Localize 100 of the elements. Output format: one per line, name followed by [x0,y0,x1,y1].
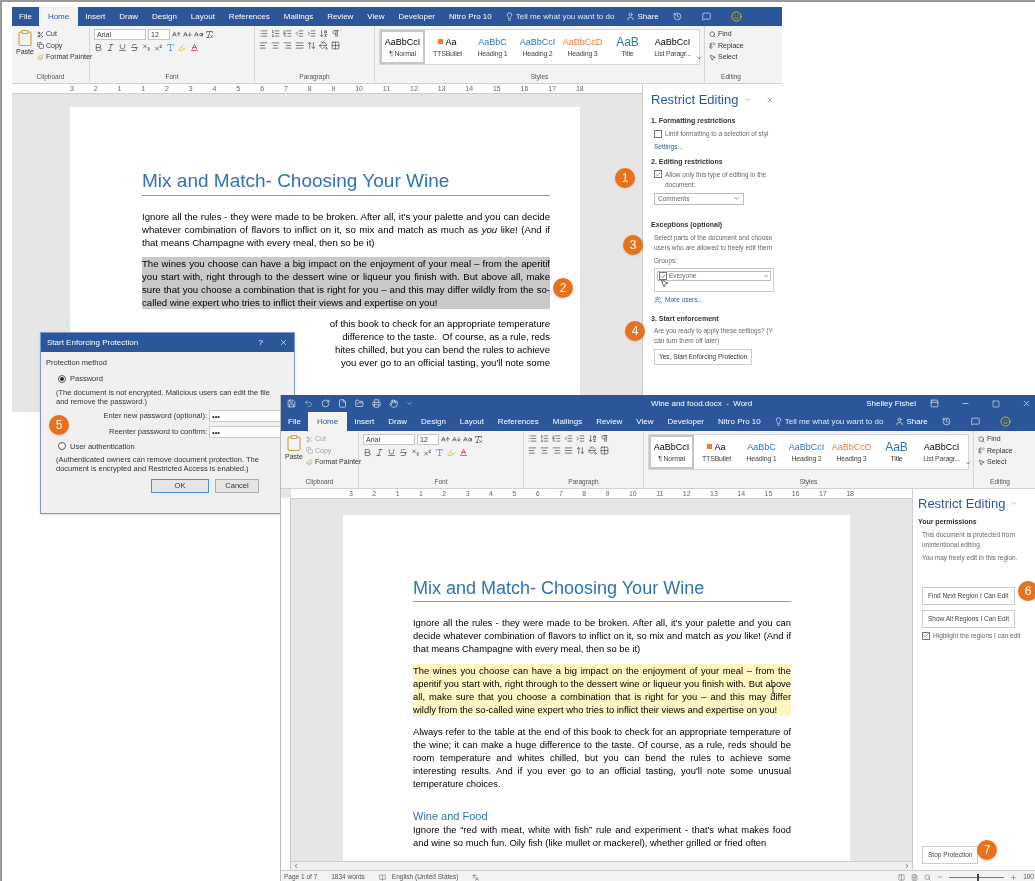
ribbon-tab[interactable]: References [490,412,546,431]
checkbox[interactable] [654,129,662,138]
align-center-icon[interactable] [540,446,549,455]
italic-icon[interactable] [106,43,115,52]
maximize-icon[interactable] [992,399,1000,408]
ribbon-tab[interactable]: Layout [183,7,222,26]
radio-button[interactable] [58,374,66,383]
align-left-icon[interactable] [259,41,268,50]
close-icon[interactable] [766,95,774,104]
ribbon-tab[interactable]: Insert [347,412,382,431]
gallery-more-icon[interactable] [695,54,703,62]
decrease-indent-icon[interactable] [295,29,304,38]
help-button[interactable]: ? [258,336,263,349]
multilevel-list-icon[interactable] [552,434,561,443]
strikethrough-icon[interactable] [130,43,139,52]
ribbon-tab[interactable]: Mailings [545,412,590,431]
justify-icon[interactable] [295,41,304,50]
italic-icon[interactable] [375,448,384,457]
ribbon-tab[interactable]: View [629,412,661,431]
ribbon-tab[interactable]: Review [589,412,630,431]
increase-indent-icon[interactable] [576,434,585,443]
line-spacing-icon[interactable] [576,446,585,455]
superscript-icon[interactable] [423,448,432,457]
ribbon-tab[interactable]: File [281,412,308,431]
ribbon-tab[interactable]: Home [38,7,79,26]
grow-font-icon[interactable] [441,435,450,444]
ribbon-tab[interactable]: Design [144,7,184,26]
underline-icon[interactable] [118,43,127,52]
borders-icon[interactable] [331,41,340,50]
ribbon-tab[interactable]: Developer [660,412,712,431]
multilevel-list-icon[interactable] [283,29,292,38]
bold-icon[interactable] [363,448,372,457]
share-button[interactable]: Share [906,415,928,428]
zoom-in-icon[interactable] [1010,873,1018,881]
ribbon-tab[interactable]: File [12,7,39,26]
ribbon-tab[interactable]: Mailings [276,7,321,26]
comment-icon[interactable] [701,12,711,21]
new-document-icon[interactable] [338,399,347,408]
gallery-more-icon[interactable] [964,459,972,467]
ribbon-tab[interactable]: Design [413,412,453,431]
tell-me-field[interactable]: Tell me what you want to do [515,10,615,23]
shrink-font-icon[interactable] [452,435,461,444]
printer-icon[interactable] [372,399,381,408]
zoom-slider[interactable] [949,873,1005,881]
ribbon-tab[interactable]: Nitro Pro 10 [442,7,499,26]
undo-icon[interactable] [304,399,313,408]
ribbon-tab[interactable]: Layout [452,412,491,431]
comment-icon[interactable] [970,417,980,426]
checkbox[interactable] [654,170,662,178]
change-case-icon[interactable] [194,30,203,39]
ribbon-tab[interactable]: References [221,7,277,26]
shading-icon[interactable] [319,41,328,50]
bold-icon[interactable] [94,43,103,52]
decrease-indent-icon[interactable] [564,434,573,443]
shrink-font-icon[interactable] [183,30,192,39]
print-layout-icon[interactable] [911,873,919,881]
sort-icon[interactable] [588,434,597,443]
borders-icon[interactable] [600,446,609,455]
subscript-icon[interactable] [411,448,420,457]
history-icon[interactable] [941,417,951,426]
align-center-icon[interactable] [271,41,280,50]
bullets-icon[interactable] [259,29,268,38]
shading-icon[interactable] [588,446,597,455]
clear-formatting-icon[interactable] [474,435,483,444]
read-mode-icon[interactable] [898,873,906,881]
lightbulb-icon[interactable] [504,12,514,21]
align-right-icon[interactable] [552,446,561,455]
radio-button[interactable] [58,442,66,451]
strikethrough-icon[interactable] [399,448,408,457]
ribbon-tab[interactable]: Draw [381,412,414,431]
share-button[interactable]: Share [637,10,659,23]
line-spacing-icon[interactable] [307,41,316,50]
save-icon[interactable] [287,399,296,408]
close-icon[interactable] [279,338,288,347]
touch-mode-icon[interactable] [389,399,398,408]
align-left-icon[interactable] [528,446,537,455]
tell-me-field[interactable]: Tell me what you want to do [784,415,884,428]
pilcrow-icon[interactable] [331,29,340,38]
ribbon-tab[interactable]: Insert [78,7,113,26]
font-color-icon[interactable] [459,448,468,457]
align-right-icon[interactable] [283,41,292,50]
grow-font-icon[interactable] [172,30,181,39]
open-folder-icon[interactable] [355,399,364,408]
smiley-icon[interactable] [999,416,1011,427]
text-effects-icon[interactable] [435,448,444,457]
ribbon-display-icon[interactable] [930,399,939,408]
redo-icon[interactable] [321,399,330,408]
ribbon-tab[interactable]: View [360,7,392,26]
bullets-icon[interactable] [528,434,537,443]
checkbox[interactable] [922,631,930,640]
text-effects-icon[interactable] [166,43,175,52]
close-icon[interactable] [1022,399,1031,408]
numbering-icon[interactable] [271,29,280,38]
checkbox[interactable] [659,272,667,281]
ribbon-tab[interactable]: Review [320,7,361,26]
caret-icon[interactable] [406,400,413,407]
ribbon-tab[interactable]: Home [307,412,348,431]
users-icon[interactable] [654,296,662,305]
proofing-icon[interactable] [378,873,386,881]
clear-formatting-icon[interactable] [205,30,214,39]
